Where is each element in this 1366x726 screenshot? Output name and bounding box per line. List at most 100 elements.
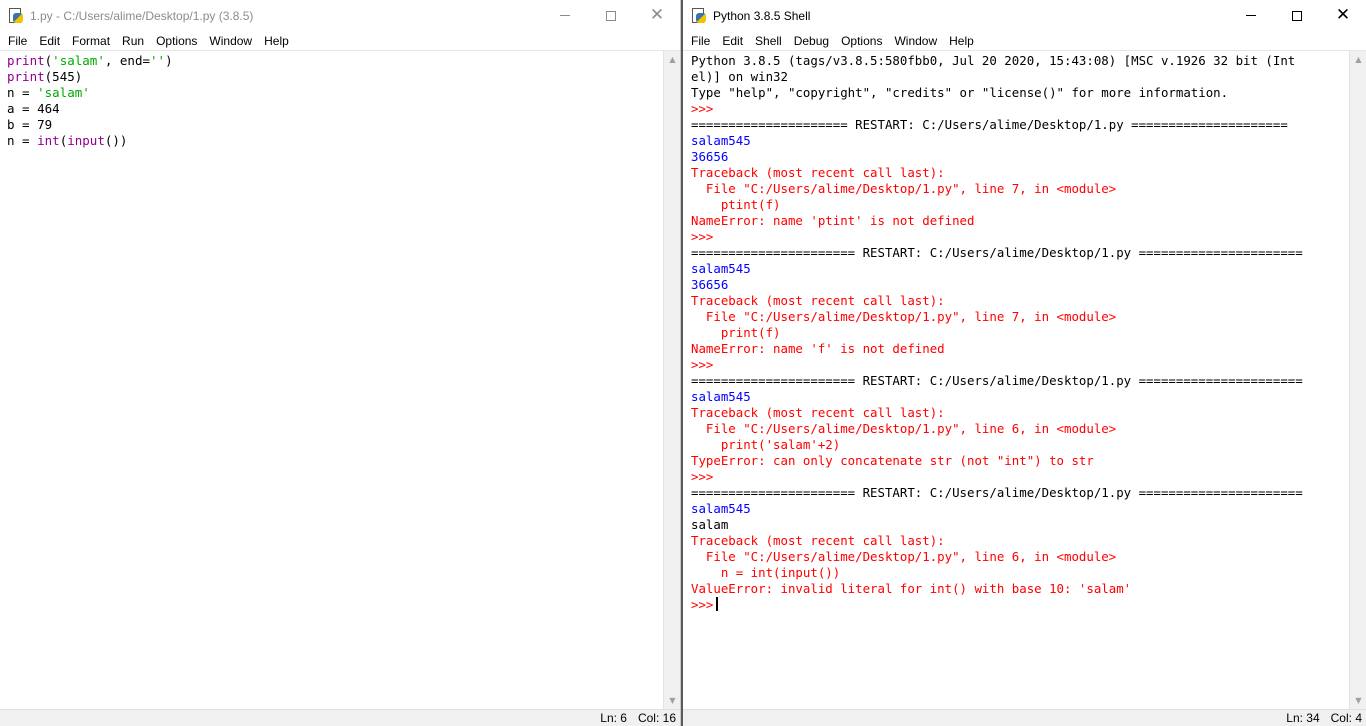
shell-line: ====================== RESTART: C:/Users… [691,245,1349,261]
menu-shell[interactable]: Shell [749,31,788,51]
text-segment: >>> [691,597,714,612]
text-segment: File "C:/Users/alime/Desktop/1.py", line… [691,309,1117,324]
shell-scrollbar[interactable]: ▲ ▼ [1349,51,1366,709]
text-segment: (545) [44,69,83,84]
shell-line: Traceback (most recent call last): [691,293,1349,309]
shell-line: salam545 [691,261,1349,277]
text-segment: salam [691,517,729,532]
text-segment: salam545 [691,261,751,276]
menu-window[interactable]: Window [888,31,943,51]
text-segment: '' [150,53,166,68]
shell-output[interactable]: Python 3.8.5 (tags/v3.8.5:580fbb0, Jul 2… [683,51,1349,709]
menu-window[interactable]: Window [203,31,258,51]
minimize-icon [1246,15,1256,16]
text-segment: Type "help", "copyright", "credits" or "… [691,85,1229,100]
shell-line: salam545 [691,501,1349,517]
shell-line: print('salam'+2) [691,437,1349,453]
maximize-icon [606,10,616,21]
shell-menubar: File Edit Shell Debug Options Window Hel… [683,31,1366,51]
text-segment: Traceback (most recent call last): [691,405,945,420]
text-segment: NameError: name 'f' is not defined [691,341,945,356]
shell-line: 36656 [691,149,1349,165]
window-title: 1.py - C:/Users/alime/Desktop/1.py (3.8.… [30,8,254,23]
close-button[interactable]: ✕ [1320,0,1366,31]
code-line: n = int(input()) [7,133,664,149]
column-number: Col: 4 [1330,711,1362,725]
shell-line: >>> [691,469,1349,485]
line-number: Ln: 34 [1286,711,1320,725]
scroll-up-icon[interactable]: ▲ [664,51,680,68]
menu-file[interactable]: File [685,31,716,51]
scroll-down-icon[interactable]: ▼ [1350,692,1366,709]
text-segment: int [37,133,60,148]
code-editor[interactable]: print('salam', end='') print(545) n = 'sal… [0,51,664,709]
menu-help[interactable]: Help [943,31,980,51]
shell-line: Type "help", "copyright", "credits" or "… [691,85,1349,101]
text-segment: b = 79 [7,117,53,132]
shell-line: >>> [691,357,1349,373]
text-segment: ===================== RESTART: C:/Users/… [691,117,1288,132]
text-segment: el)] on win32 [691,69,788,84]
menu-format[interactable]: Format [66,31,116,51]
text-segment: 'salam' [37,85,90,100]
minimize-button[interactable] [542,0,588,31]
text-segment: print [7,53,45,68]
shell-line: ===================== RESTART: C:/Users/… [691,117,1349,133]
shell-line: >>> [691,101,1349,117]
minimize-button[interactable] [1228,0,1274,31]
menu-file[interactable]: File [2,31,33,51]
close-button[interactable]: ✕ [634,0,680,31]
shell-line: ValueError: invalid literal for int() wi… [691,581,1349,597]
shell-titlebar[interactable]: Python 3.8.5 Shell ✕ [683,0,1366,31]
text-cursor [716,597,719,611]
text-segment: ptint(f) [691,197,781,212]
text-segment: Traceback (most recent call last): [691,533,945,548]
maximize-button[interactable] [588,0,634,31]
editor-scrollbar[interactable]: ▲ ▼ [663,51,680,709]
menu-debug[interactable]: Debug [788,31,835,51]
text-segment: ()) [104,133,128,148]
line-number: Ln: 6 [600,711,627,725]
text-segment: n = [7,133,38,148]
editor-menubar: File Edit Format Run Options Window Help [0,31,680,51]
editor-window: 1.py - C:/Users/alime/Desktop/1.py (3.8.… [0,0,681,726]
scroll-up-icon[interactable]: ▲ [1350,51,1366,68]
menu-help[interactable]: Help [258,31,295,51]
shell-line: File "C:/Users/alime/Desktop/1.py", line… [691,421,1349,437]
shell-line: TypeError: can only concatenate str (not… [691,453,1349,469]
shell-line: 36656 [691,277,1349,293]
menu-run[interactable]: Run [116,31,150,51]
editor-statusbar: Ln: 6 Col: 16 [0,709,680,726]
text-segment: ) [165,53,173,68]
text-segment: 'salam' [52,53,105,68]
minimize-icon [560,15,570,16]
text-segment: a = 464 [7,101,60,116]
shell-line: salam [691,517,1349,533]
shell-line: n = int(input()) [691,565,1349,581]
shell-statusbar: Ln: 34 Col: 4 [683,709,1366,726]
column-number: Col: 16 [637,711,676,725]
code-line: print('salam', end='') [7,53,664,69]
text-segment: salam545 [691,501,751,516]
maximize-button[interactable] [1274,0,1320,31]
text-segment: >>> [691,469,721,484]
text-segment: >>> [691,101,721,116]
text-segment: NameError: name 'ptint' is not defined [691,213,975,228]
menu-edit[interactable]: Edit [33,31,66,51]
text-segment: File "C:/Users/alime/Desktop/1.py", line… [691,421,1117,436]
shell-line: ====================== RESTART: C:/Users… [691,485,1349,501]
shell-line: salam545 [691,133,1349,149]
menu-edit[interactable]: Edit [716,31,749,51]
menu-options[interactable]: Options [835,31,888,51]
shell-line: File "C:/Users/alime/Desktop/1.py", line… [691,549,1349,565]
text-segment: File "C:/Users/alime/Desktop/1.py", line… [691,549,1117,564]
shell-line: File "C:/Users/alime/Desktop/1.py", line… [691,309,1349,325]
menu-options[interactable]: Options [150,31,203,51]
text-segment: ValueError: invalid literal for int() wi… [691,581,1132,596]
close-icon: ✕ [1335,5,1351,25]
text-segment: print('salam'+2) [691,437,841,452]
shell-line: Traceback (most recent call last): [691,405,1349,421]
editor-titlebar[interactable]: 1.py - C:/Users/alime/Desktop/1.py (3.8.… [0,0,680,31]
shell-line: print(f) [691,325,1349,341]
scroll-down-icon[interactable]: ▼ [664,692,680,709]
